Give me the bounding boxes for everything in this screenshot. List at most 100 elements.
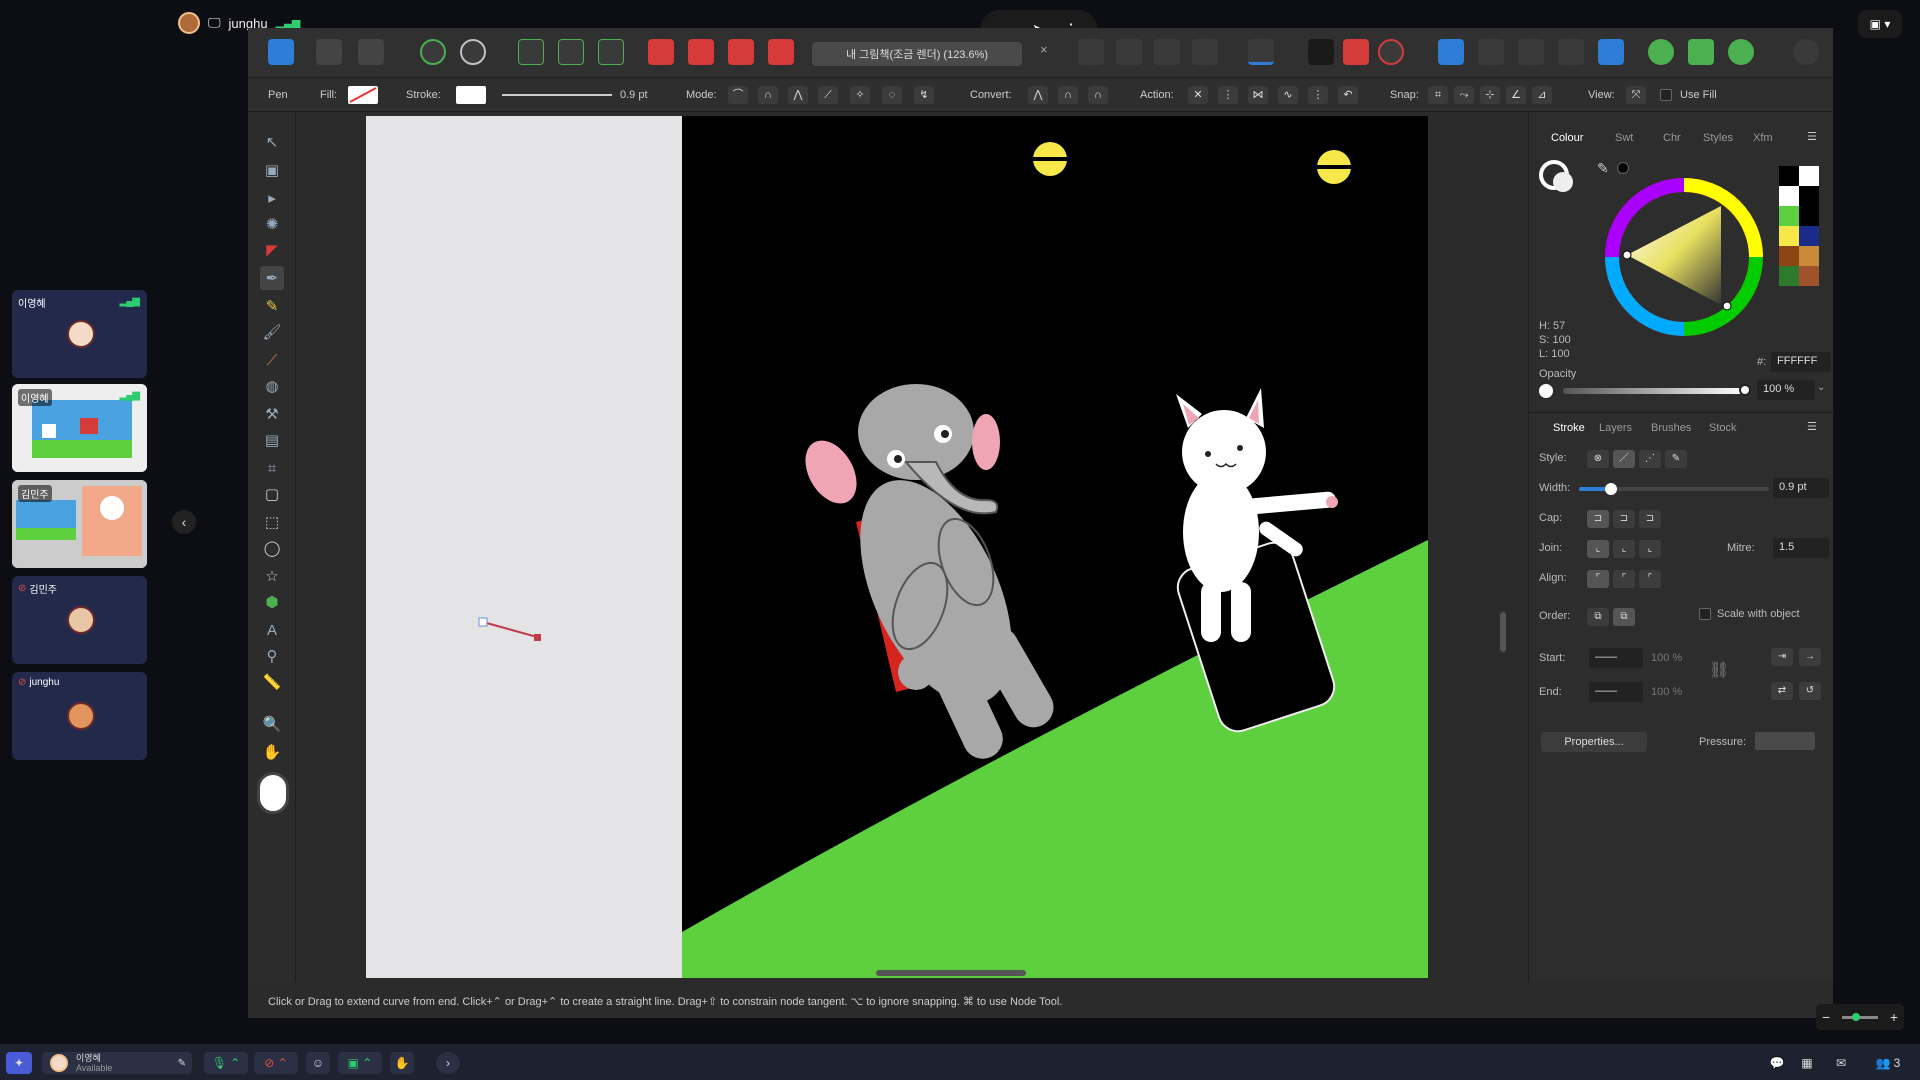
participants-button[interactable]: 👥 3 (1868, 1052, 1908, 1074)
shapes-tool-icon[interactable]: ⬢ (260, 590, 284, 614)
view-nodes-icon[interactable]: ⤧ (1626, 86, 1646, 104)
place-image-tool-icon[interactable]: ▤ (260, 428, 284, 452)
arrange-backward-icon[interactable] (688, 39, 714, 65)
stroke-width-slider[interactable] (502, 94, 612, 96)
end-scale[interactable]: 100 % (1651, 686, 1682, 698)
opacity-field[interactable]: 100 % (1757, 380, 1815, 400)
measure-tool-icon[interactable]: 📏 (260, 670, 284, 694)
geometry-icon[interactable] (1343, 39, 1369, 65)
color-picker-icon[interactable] (1728, 39, 1754, 65)
round-cap-icon[interactable]: ⊐ (1613, 510, 1635, 528)
swap-arrows-icon[interactable]: ⇄ (1771, 682, 1793, 700)
screen-share-button[interactable]: ▣ ⌃ (338, 1052, 382, 1074)
reverse-icon[interactable]: ⋮ (1308, 86, 1328, 104)
user-icon[interactable] (1793, 39, 1819, 65)
close-document-icon[interactable]: × (1040, 42, 1048, 57)
xor-icon[interactable] (1558, 39, 1584, 65)
undo-icon[interactable]: ↶ (1338, 86, 1358, 104)
close-icon[interactable]: ⋮ (1218, 86, 1238, 104)
recent-swatches[interactable] (1779, 166, 1819, 290)
star-tool-icon[interactable]: ☆ (260, 564, 284, 588)
camera-off-button[interactable]: ⊘ ⌃ (254, 1052, 298, 1074)
align-icon[interactable] (1248, 39, 1274, 65)
colour-wheel[interactable] (1599, 172, 1769, 342)
snap-angle-icon[interactable]: ∠ (1506, 86, 1526, 104)
arrange-forward-icon[interactable] (728, 39, 754, 65)
snap-tangent-icon[interactable]: ⊹ (1480, 86, 1500, 104)
emoji-button[interactable]: ☺ (306, 1052, 330, 1074)
subtract-icon[interactable] (1478, 39, 1504, 65)
rotate-left-icon[interactable] (1154, 39, 1180, 65)
transform-icon[interactable] (1308, 39, 1334, 65)
calendar-icon[interactable]: ▦ (1796, 1052, 1818, 1074)
close-curve-icon[interactable]: ◌ (882, 86, 902, 104)
isolate-icon[interactable] (518, 39, 544, 65)
zoom-in-icon[interactable]: + (1890, 1009, 1898, 1025)
line-mode-icon[interactable]: ⟋ (818, 86, 838, 104)
order-front-icon[interactable]: ⧉ (1613, 608, 1635, 626)
snap-end-icon[interactable]: ⊿ (1532, 86, 1552, 104)
snap-curve-icon[interactable]: ⤳ (1454, 86, 1474, 104)
transparency-tool-icon[interactable]: ◍ (260, 374, 284, 398)
tab-colour[interactable]: Colour (1551, 132, 1583, 144)
chat-bubble-icon[interactable]: 💬 (1766, 1052, 1788, 1074)
participant-tile[interactable]: ⊘ 김민주 (12, 576, 147, 664)
color-swatch-icon[interactable] (257, 772, 289, 814)
canvas-svg[interactable] (296, 112, 1511, 982)
arrow-inside-icon[interactable]: ⇥ (1771, 648, 1793, 666)
text-tool-icon[interactable]: A (260, 618, 284, 642)
arrange-back-icon[interactable] (648, 39, 674, 65)
align-outside-icon[interactable]: ⌜ (1639, 570, 1661, 588)
start-scale[interactable]: 100 % (1651, 652, 1682, 664)
tab-layers[interactable]: Layers (1599, 422, 1632, 434)
boolean-icon[interactable] (1378, 39, 1404, 65)
view-mode-button[interactable]: ▣ ▾ (1858, 10, 1902, 38)
arrow-outside-icon[interactable]: → (1799, 648, 1821, 666)
opacity-slider-handle[interactable] (1739, 384, 1751, 396)
smooth-icon[interactable]: ∩ (1058, 86, 1078, 104)
collapse-panel-button[interactable]: ‹ (172, 510, 196, 534)
bevel-join-icon[interactable]: ⌞ (1639, 540, 1661, 558)
intersect-icon[interactable] (1518, 39, 1544, 65)
snap-node-icon[interactable]: ⌗ (1428, 86, 1448, 104)
participant-tile[interactable]: 김민주 (12, 480, 147, 568)
panel-menu-icon[interactable]: ☰ (1807, 420, 1817, 433)
corner-tool-icon[interactable]: ◤ (260, 238, 284, 262)
export-persona-icon[interactable] (358, 39, 384, 65)
hex-field[interactable]: FFFFFF (1771, 352, 1831, 372)
tab-brushes[interactable]: Brushes (1651, 422, 1691, 434)
link-icon[interactable]: ⛓ (1709, 660, 1729, 680)
butt-cap-icon[interactable]: ⊐ (1587, 510, 1609, 528)
tab-swatches[interactable]: Swt (1615, 132, 1633, 144)
arrange-front-icon[interactable] (768, 39, 794, 65)
tab-styles[interactable]: Styles (1703, 132, 1733, 144)
frame-text-tool-icon[interactable]: ⬚ (260, 510, 284, 534)
node-tool-icon[interactable]: ▸ (260, 186, 284, 210)
crop-tool-icon[interactable]: ⌗ (260, 456, 284, 480)
smooth-curve-icon[interactable]: ∿ (1278, 86, 1298, 104)
microphone-button[interactable]: 🎙 ⌃ (204, 1052, 248, 1074)
align-inside-icon[interactable]: ⌜ (1613, 570, 1635, 588)
flip-horizontal-icon[interactable] (1078, 39, 1104, 65)
assistant-icon[interactable] (1648, 39, 1674, 65)
dash-line-icon[interactable]: ⋰ (1639, 450, 1661, 468)
smart-icon[interactable]: ∩ (1088, 86, 1108, 104)
scale-with-object-checkbox[interactable] (1699, 608, 1711, 620)
zoom-tool-icon[interactable]: 🔍 (260, 712, 284, 736)
view-tool-icon[interactable]: ✋ (260, 740, 284, 764)
fill-swatch[interactable] (348, 86, 378, 104)
node-icon[interactable]: ✧ (850, 86, 870, 104)
fill-tool-icon[interactable]: ⟋ (260, 348, 284, 372)
properties-button[interactable]: Properties... (1541, 732, 1647, 752)
rectangle-tool-icon[interactable]: ▢ (260, 482, 284, 506)
pencil-tool-icon[interactable]: ✎ (260, 294, 284, 318)
participant-tile[interactable]: 이영혜 ▂▄▆ (12, 384, 147, 472)
divide-icon[interactable] (1598, 39, 1624, 65)
mitre-join-icon[interactable]: ⌞ (1587, 540, 1609, 558)
snapping-icon[interactable] (460, 39, 486, 65)
messages-icon[interactable]: ✉ (1830, 1052, 1852, 1074)
tab-character[interactable]: Chr (1663, 132, 1681, 144)
view-mode-icon[interactable] (1688, 39, 1714, 65)
pressure-graph[interactable] (1755, 732, 1815, 750)
zoom-out-icon[interactable]: − (1822, 1009, 1830, 1025)
